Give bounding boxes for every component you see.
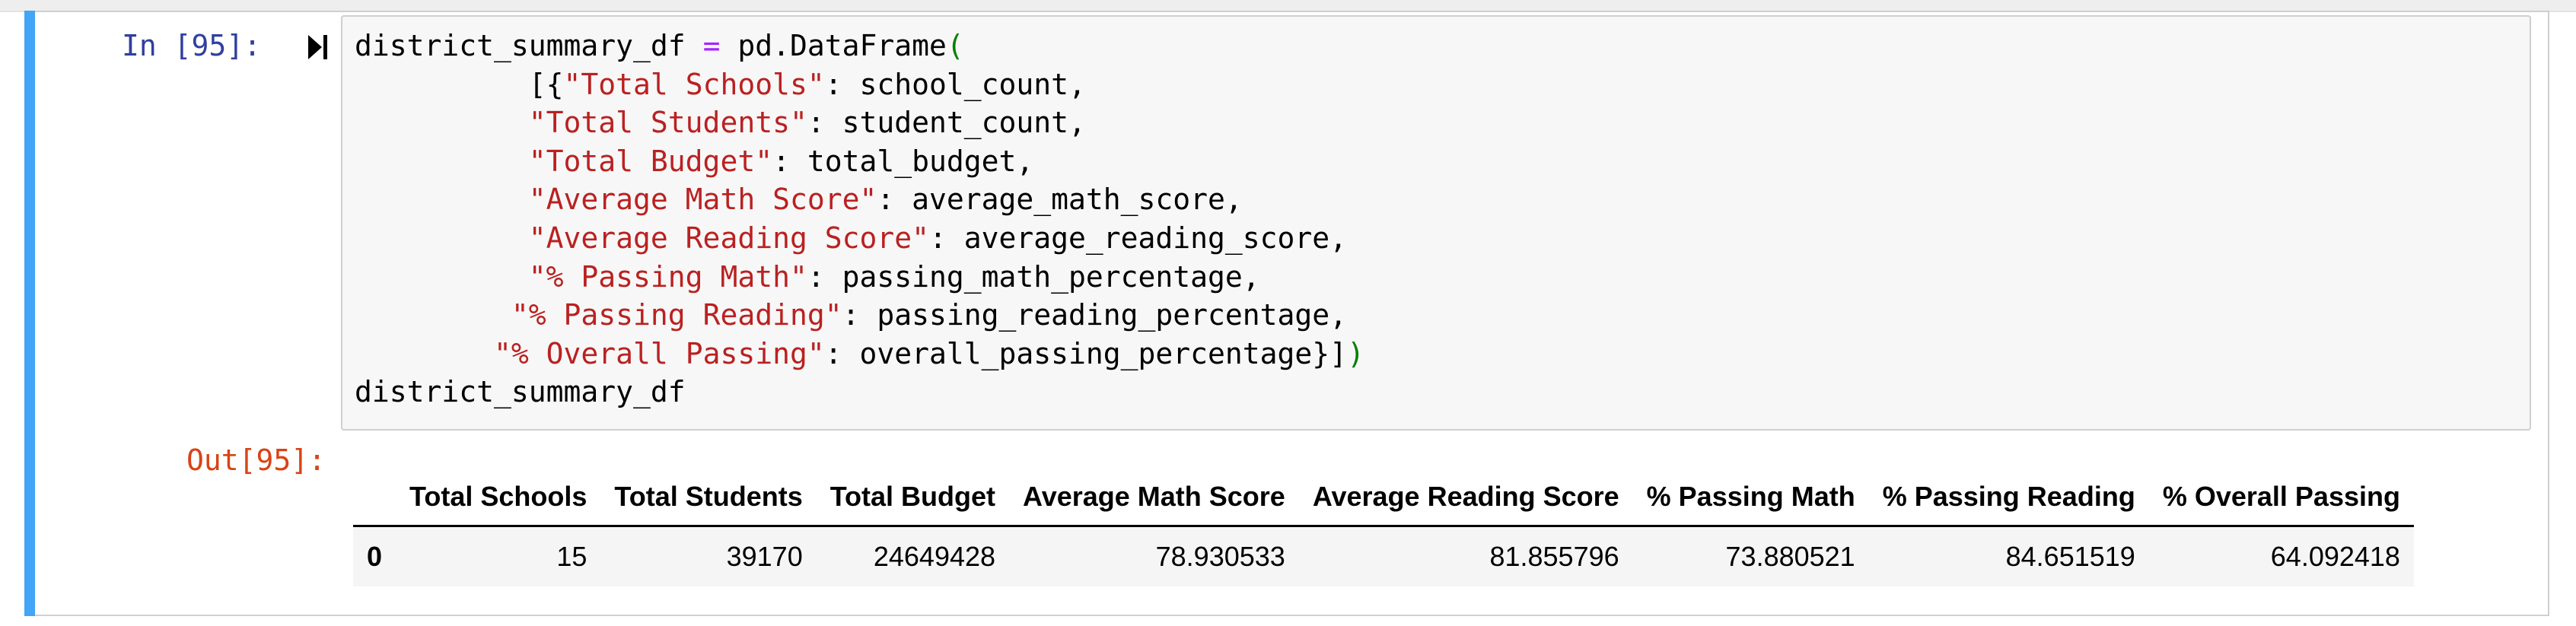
table-cell: 78.930533 [1155,541,1285,572]
code-editor[interactable]: district_summary_df = pd.DataFrame( [{"T… [355,27,1364,412]
code-token: : passing_reading_percentage, [842,298,1348,332]
column-header: % Passing Math [1646,481,1855,512]
code-string-token: "% Passing Reading" [511,298,842,332]
selected-cell-indicator [24,11,35,616]
code-line: "Average Reading Score": average_reading… [355,221,1347,255]
code-token: : school_count, [824,67,1086,101]
input-prompt: In [95]: [122,29,262,62]
dataframe-table: Total Schools Total Students Total Budget A… [353,464,2414,586]
code-token: ) [1347,336,1364,370]
code-line: "% Overall Passing": overall_passing_per… [355,337,1364,370]
code-string-token: "% Passing Math" [528,259,807,294]
index-header [353,464,396,526]
code-line: "% Passing Reading": passing_reading_per… [355,298,1347,332]
table-cell: 84.651519 [2005,541,2135,572]
table-body: 0 15 39170 24649428 78.930533 81.855796 73.880… [353,526,2414,586]
code-line: district_summary_df = pd.DataFrame( [355,29,964,62]
column-header: Average Math Score [1023,481,1285,512]
column-header: Total Students [614,481,803,512]
column-header: % Passing Reading [1882,481,2135,512]
code-token: district_summary_df [355,29,703,62]
table-cell: 73.880521 [1725,541,1855,572]
row-index: 0 [367,541,383,572]
table-cell: 24649428 [873,541,996,572]
code-token: district_summary_df [355,375,686,409]
code-token: : average_math_score, [877,183,1243,217]
code-string-token: "Total Budget" [528,144,773,178]
column-header: % Overall Passing [2162,481,2400,512]
code-line: "Average Math Score": average_math_score… [355,183,1243,216]
code-line: district_summary_df [355,375,686,408]
code-string-token: "Total Students" [528,106,807,140]
code-token: : average_reading_score, [928,221,1348,255]
code-token: : total_budget, [772,144,1034,178]
output-prompt: Out[95]: [186,443,326,477]
code-line: "Total Budget": total_budget, [355,145,1033,178]
code-token: : student_count, [807,106,1086,140]
code-line: [{"Total Schools": school_count, [355,68,1086,101]
table-cell: 15 [556,541,587,572]
output-area: Total Schools Total Students Total Budget A… [353,464,2423,586]
code-string-token: "Total Schools" [563,67,825,101]
table-cell: 39170 [726,541,803,572]
column-header: Total Schools [409,481,587,512]
code-string-token: "% Overall Passing" [494,336,825,370]
code-string-token: "Average Math Score" [528,183,877,217]
table-header-row: Total Schools Total Students Total Budget A… [353,464,2414,526]
collapse-triangle-icon[interactable] [307,32,330,62]
code-token: : passing_math_percentage, [807,259,1260,294]
column-header: Average Reading Score [1312,481,1619,512]
code-token: pd.DataFrame [720,29,947,62]
column-header: Total Budget [829,481,996,512]
code-string-token: "Average Reading Score" [528,221,929,255]
code-input-area[interactable]: district_summary_df = pd.DataFrame( [{"T… [341,15,2531,431]
code-line: "Total Students": student_count, [355,106,1086,139]
code-line: "% Passing Math": passing_math_percentag… [355,260,1260,294]
table-cell: 64.092418 [2270,541,2400,572]
table-row: 0 15 39170 24649428 78.930533 81.855796 73.880… [353,526,2414,586]
code-token: [{ [355,67,564,101]
code-token: ( [946,29,964,62]
table-cell: 81.855796 [1489,541,1619,572]
code-token: : overall_passing_percentage}] [824,336,1348,370]
code-token: = [702,29,721,62]
